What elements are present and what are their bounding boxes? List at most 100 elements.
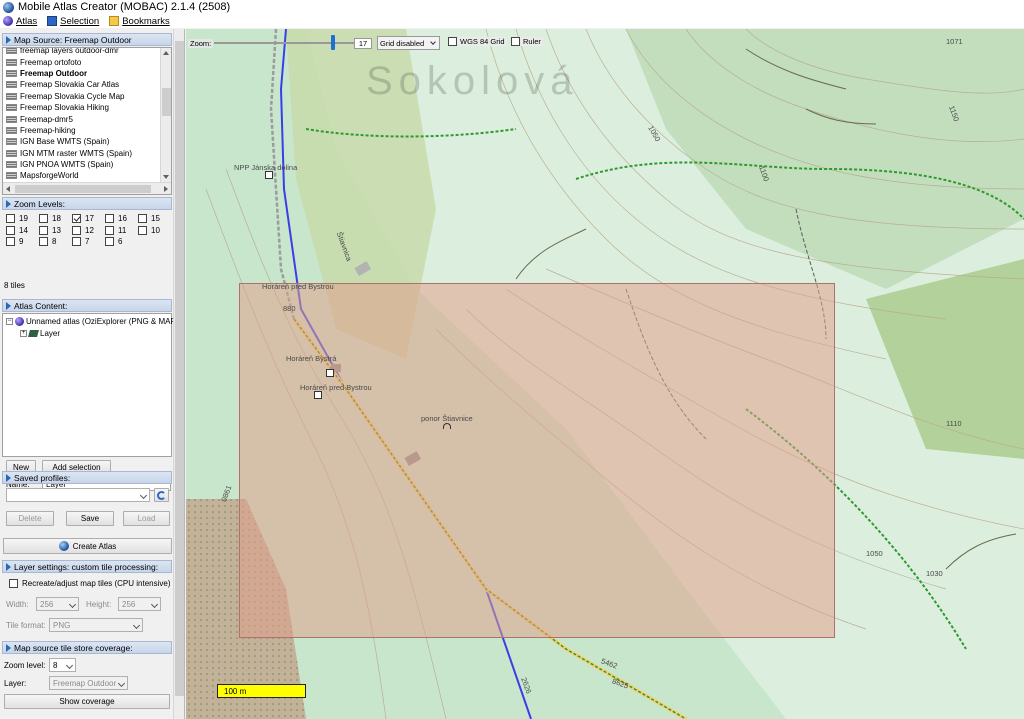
zoom-level-option[interactable]: 10 xyxy=(138,225,160,235)
map-source-item[interactable]: Freemap Slovakia Cycle Map xyxy=(3,91,160,102)
save-profile-button[interactable]: Save xyxy=(66,511,114,526)
menu-atlas[interactable]: Atlas xyxy=(3,16,37,27)
scroll-up-icon[interactable] xyxy=(163,51,169,55)
zoom-level-checkbox[interactable] xyxy=(105,214,114,223)
height-label: Height: xyxy=(86,600,112,609)
zoom-slider-thumb[interactable] xyxy=(331,35,335,50)
zoom-level-checkbox[interactable] xyxy=(138,225,147,235)
map-source-item[interactable]: Freemap ortofoto xyxy=(3,56,160,67)
load-profile-button[interactable]: Load xyxy=(123,511,170,526)
zoom-level-option[interactable]: 16 xyxy=(105,214,127,223)
menu-bookmarks[interactable]: Bookmarks xyxy=(109,16,170,27)
map-source-item[interactable]: Freemap Outdoor xyxy=(3,68,160,79)
wgs84-grid-checkbox[interactable] xyxy=(448,37,457,46)
coverage-header[interactable]: Map source tile store coverage: xyxy=(2,641,172,654)
layer-settings-header[interactable]: Layer settings: custom tile processing: xyxy=(2,560,172,573)
scroll-thumb[interactable] xyxy=(162,88,171,116)
atlas-node[interactable]: − Unnamed atlas (OziExplorer (PNG & MAP xyxy=(6,317,176,326)
atlas-content-header[interactable]: Atlas Content: xyxy=(2,299,172,312)
settings-panel-scrollbar[interactable] xyxy=(173,29,184,719)
saved-profiles-header[interactable]: Saved profiles: xyxy=(2,471,172,484)
map-source-item[interactable]: IGN PNOA WMTS (Spain) xyxy=(3,159,160,170)
profile-select[interactable] xyxy=(6,488,150,502)
layer-node[interactable]: + Layer xyxy=(20,329,60,338)
zoom-level-checkbox[interactable] xyxy=(6,237,15,246)
zoom-level-option[interactable]: 7 xyxy=(72,237,89,246)
scroll-right-icon[interactable] xyxy=(164,186,168,192)
height-value: 256 xyxy=(122,599,136,609)
grid-select[interactable]: Grid disabled xyxy=(377,36,440,50)
coverage-layer-select[interactable]: Freemap Outdoor xyxy=(49,676,128,690)
zoom-level-option[interactable]: 18 xyxy=(39,214,61,223)
expand-icon[interactable]: + xyxy=(20,330,27,337)
create-atlas-button[interactable]: Create Atlas xyxy=(3,538,172,554)
recreate-tiles-checkbox[interactable] xyxy=(9,579,18,588)
scroll-left-icon[interactable] xyxy=(6,186,10,192)
width-select[interactable]: 256 xyxy=(36,597,79,611)
height-select[interactable]: 256 xyxy=(118,597,161,611)
map-source-item[interactable]: Freemap-dmr5 xyxy=(3,113,160,124)
zoom-levels-header[interactable]: Zoom Levels: xyxy=(2,197,172,210)
recreate-tiles-option[interactable]: Recreate/adjust map tiles (CPU intensive… xyxy=(9,579,171,588)
map-view[interactable]: NPP Jánska dolina Horáreň pred Bystrou 880… xyxy=(186,29,1024,719)
zoom-level-checkbox[interactable] xyxy=(138,214,147,223)
delete-profile-button[interactable]: Delete xyxy=(6,511,54,526)
zoom-level-checkbox[interactable] xyxy=(39,225,48,235)
map-source-item[interactable]: Freemap-hiking xyxy=(3,125,160,136)
zoom-level-option[interactable]: 14 xyxy=(6,225,28,235)
tile-format-value: PNG xyxy=(53,620,71,630)
hut-icon[interactable] xyxy=(265,171,273,179)
menu-bar: Atlas Selection Bookmarks xyxy=(0,14,1024,28)
coverage-zoom-select[interactable]: 8 xyxy=(49,658,76,672)
zoom-level-option[interactable]: 15 xyxy=(138,214,160,223)
settings-scroll-thumb[interactable] xyxy=(175,41,184,696)
zoom-level-checkbox[interactable] xyxy=(105,225,114,235)
zoom-level-checkbox[interactable] xyxy=(72,225,81,235)
zoom-label: Zoom: xyxy=(188,39,214,48)
scroll-down-icon[interactable] xyxy=(163,175,169,179)
map-source-item[interactable]: IGN Base WMTS (Spain) xyxy=(3,136,160,147)
zoom-level-option[interactable]: 12 xyxy=(72,225,94,235)
ruler-toggle[interactable]: Ruler xyxy=(511,37,543,46)
map-source-item[interactable]: Freemap Slovakia Hiking xyxy=(3,102,160,113)
zoom-level-checkbox[interactable] xyxy=(72,237,81,246)
zoom-level-option[interactable]: 19 xyxy=(6,214,28,223)
zoom-level-checkbox[interactable] xyxy=(105,237,114,246)
map-label: 1030 xyxy=(926,569,943,578)
wgs84-grid-toggle[interactable]: WGS 84 Grid xyxy=(448,37,507,46)
cave-icon[interactable] xyxy=(443,423,451,429)
zoom-level-checkbox[interactable] xyxy=(39,237,48,246)
zoom-level-checkbox[interactable] xyxy=(72,214,81,223)
collapse-icon[interactable]: − xyxy=(6,318,13,325)
zoom-level-checkbox[interactable] xyxy=(39,214,48,223)
map-source-list[interactable]: freemap layers outdoor-dmr Freemap ortofo… xyxy=(2,47,172,195)
hut-icon[interactable] xyxy=(314,391,322,399)
map-source-header[interactable]: Map Source: Freemap Outdoor xyxy=(2,33,172,46)
map-source-icon xyxy=(6,48,17,55)
zoom-level-option[interactable]: 6 xyxy=(105,237,122,246)
zoom-level-checkbox[interactable] xyxy=(6,225,15,235)
refresh-profiles-button[interactable] xyxy=(154,488,169,502)
map-source-item[interactable]: MapsforgeWorld xyxy=(3,170,160,181)
zoom-level-option[interactable]: 13 xyxy=(39,225,61,235)
zoom-level-option[interactable]: 11 xyxy=(105,225,126,235)
zoom-level-option[interactable]: 9 xyxy=(6,237,23,246)
map-source-vscroll[interactable] xyxy=(160,48,171,182)
show-coverage-button[interactable]: Show coverage xyxy=(4,694,170,709)
map-source-hscroll[interactable] xyxy=(3,182,171,194)
atlas-tree[interactable]: − Unnamed atlas (OziExplorer (PNG & MAP … xyxy=(2,313,176,457)
map-source-item[interactable]: IGN MTM raster WMTS (Spain) xyxy=(3,148,160,159)
selection-rectangle[interactable] xyxy=(239,283,835,638)
map-source-item[interactable]: Freemap Slovakia Car Atlas xyxy=(3,79,160,90)
map-source-item[interactable]: freemap layers outdoor-dmr xyxy=(3,48,160,56)
menu-selection[interactable]: Selection xyxy=(47,16,99,27)
map-source-item-label: Freemap Outdoor xyxy=(20,68,88,78)
hscroll-thumb[interactable] xyxy=(15,185,151,193)
app-globe-icon xyxy=(3,1,14,13)
hut-icon[interactable] xyxy=(326,369,334,377)
tile-format-select[interactable]: PNG xyxy=(49,618,143,632)
ruler-checkbox[interactable] xyxy=(511,37,520,46)
zoom-level-option[interactable]: 8 xyxy=(39,237,56,246)
zoom-level-checkbox[interactable] xyxy=(6,214,15,223)
zoom-level-option[interactable]: 17 xyxy=(72,214,94,223)
